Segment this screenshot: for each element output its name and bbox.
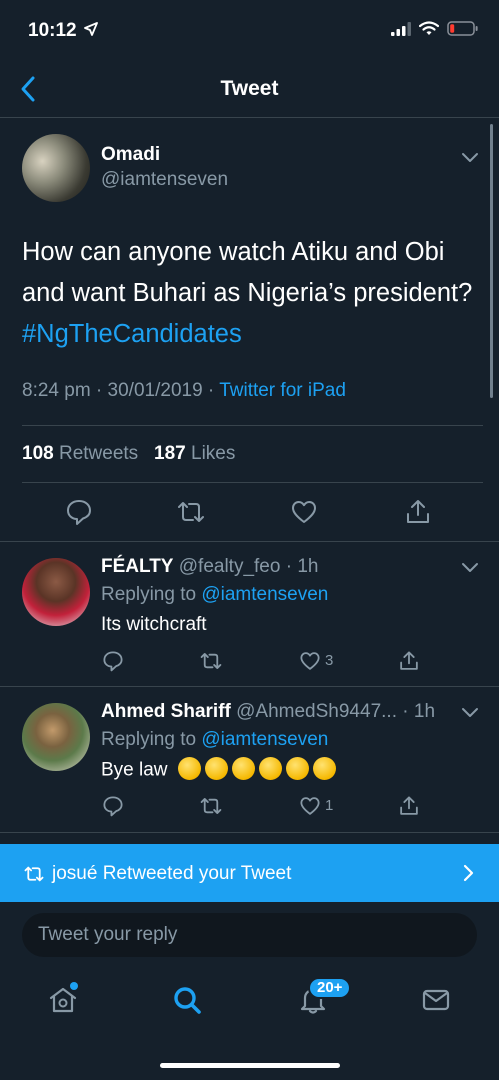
avatar[interactable] <box>22 703 90 771</box>
tweet-body: How can anyone watch Atiku and Obi and w… <box>22 232 482 355</box>
reply-input[interactable] <box>22 913 477 957</box>
retweet-icon[interactable] <box>176 498 206 526</box>
like-icon[interactable] <box>299 795 321 817</box>
replying-to-link[interactable]: @iamtenseven <box>201 729 328 750</box>
reply-icon[interactable] <box>102 795 124 817</box>
like-icon[interactable] <box>290 498 318 526</box>
tab-bar: 20+ <box>0 967 499 1080</box>
retweet-icon <box>24 866 44 882</box>
retweets-stat[interactable]: 108 Retweets <box>22 443 138 464</box>
grinning-emoji-icon <box>205 757 229 780</box>
like-count: 3 <box>325 652 334 669</box>
page-title: Tweet <box>220 77 279 100</box>
reply-author-name[interactable]: Ahmed Shariff <box>101 701 231 722</box>
status-time: 10:12 <box>28 20 77 41</box>
reply-author-handle[interactable]: @AhmedSh9447... <box>236 701 397 722</box>
divider <box>22 482 483 483</box>
tweet-meta: 8:24 pm · 30/01/2019 · Twitter for iPad <box>22 380 346 401</box>
chevron-right-icon <box>463 864 474 882</box>
reply-actions: 1 <box>0 795 499 819</box>
share-icon[interactable] <box>404 498 432 526</box>
notifications-badge: 20+ <box>308 977 352 999</box>
reply-text-row: Bye law <box>101 757 340 782</box>
reply-box <box>22 913 477 957</box>
retweets-count: 108 <box>22 443 54 464</box>
like-icon[interactable] <box>299 650 321 672</box>
reply-author-name[interactable]: FÉALTY <box>101 556 173 577</box>
mail-icon[interactable] <box>421 985 451 1015</box>
grinning-emoji-icon <box>259 757 283 780</box>
tweet-time: 8:24 pm <box>22 380 91 401</box>
likes-count: 187 <box>154 443 186 464</box>
reply-age: 1h <box>297 556 319 577</box>
replying-to-link[interactable]: @iamtenseven <box>201 584 328 605</box>
avatar[interactable] <box>22 134 90 202</box>
reply-author-handle[interactable]: @fealty_feo <box>179 556 281 577</box>
tweet-stats: 108 Retweets 187 Likes <box>22 443 235 465</box>
likes-label: Likes <box>191 443 236 464</box>
reply-tweet[interactable]: Ahmed Shariff @AhmedSh9447... · 1h Reply… <box>0 687 499 833</box>
grinning-emoji-icon <box>178 757 202 780</box>
tweet-actions <box>0 498 499 528</box>
author-handle[interactable]: @iamtenseven <box>101 169 228 191</box>
reply-text: Its witchcraft <box>101 614 207 635</box>
home-notification-dot <box>70 982 78 990</box>
battery-icon <box>447 21 478 36</box>
retweets-label: Retweets <box>58 443 139 464</box>
reply-text: Bye law <box>101 759 168 781</box>
retweet-notification-banner[interactable]: josué Retweeted your Tweet <box>0 844 499 902</box>
replying-to: Replying to @iamtenseven <box>101 729 328 751</box>
location-arrow-icon <box>84 22 98 36</box>
grinning-emoji-icon <box>232 757 256 780</box>
search-icon[interactable] <box>172 985 202 1015</box>
reply-icon[interactable] <box>65 498 93 526</box>
wifi-icon <box>419 21 439 35</box>
nav-bar: Tweet <box>0 60 499 118</box>
banner-text: josué Retweeted your Tweet <box>52 863 292 884</box>
chevron-down-icon[interactable] <box>461 152 479 164</box>
reply-actions: 3 <box>0 650 499 674</box>
like-count: 1 <box>325 797 334 814</box>
sunglasses-emoji-icon <box>313 757 337 780</box>
retweet-icon[interactable] <box>199 650 223 672</box>
tweet-text: How can anyone watch Atiku and Obi and w… <box>22 238 473 307</box>
tweet-source-link[interactable]: Twitter for iPad <box>219 380 346 401</box>
signal-icon <box>391 21 411 36</box>
tweet-date: 30/01/2019 <box>107 380 203 401</box>
replying-prefix: Replying to <box>101 729 197 750</box>
reply-tweet[interactable]: FÉALTY @fealty_feo · 1h Replying to @iam… <box>0 542 499 687</box>
retweet-icon[interactable] <box>199 795 223 817</box>
replying-to: Replying to @iamtenseven <box>101 584 328 606</box>
reply-icon[interactable] <box>102 650 124 672</box>
smiley-emoji-icon <box>286 757 310 780</box>
replying-prefix: Replying to <box>101 584 197 605</box>
hashtag-link[interactable]: #NgTheCandidates <box>22 320 242 348</box>
reply-composer <box>0 902 499 967</box>
main-tweet: Omadi @iamtenseven How can anyone watch … <box>0 118 499 542</box>
share-icon[interactable] <box>398 650 420 672</box>
chevron-down-icon[interactable] <box>461 562 479 574</box>
likes-stat[interactable]: 187 Likes <box>154 443 235 464</box>
chevron-down-icon[interactable] <box>461 707 479 719</box>
share-icon[interactable] <box>398 795 420 817</box>
reply-header: FÉALTY @fealty_feo · 1h <box>101 556 319 577</box>
author-name[interactable]: Omadi <box>101 144 160 166</box>
avatar[interactable] <box>22 558 90 626</box>
reply-header: Ahmed Shariff @AhmedSh9447... · 1h <box>101 701 436 722</box>
home-indicator[interactable] <box>160 1063 340 1068</box>
status-bar: 10:12 <box>0 0 499 60</box>
reply-age: 1h <box>413 701 436 722</box>
divider <box>22 425 483 426</box>
